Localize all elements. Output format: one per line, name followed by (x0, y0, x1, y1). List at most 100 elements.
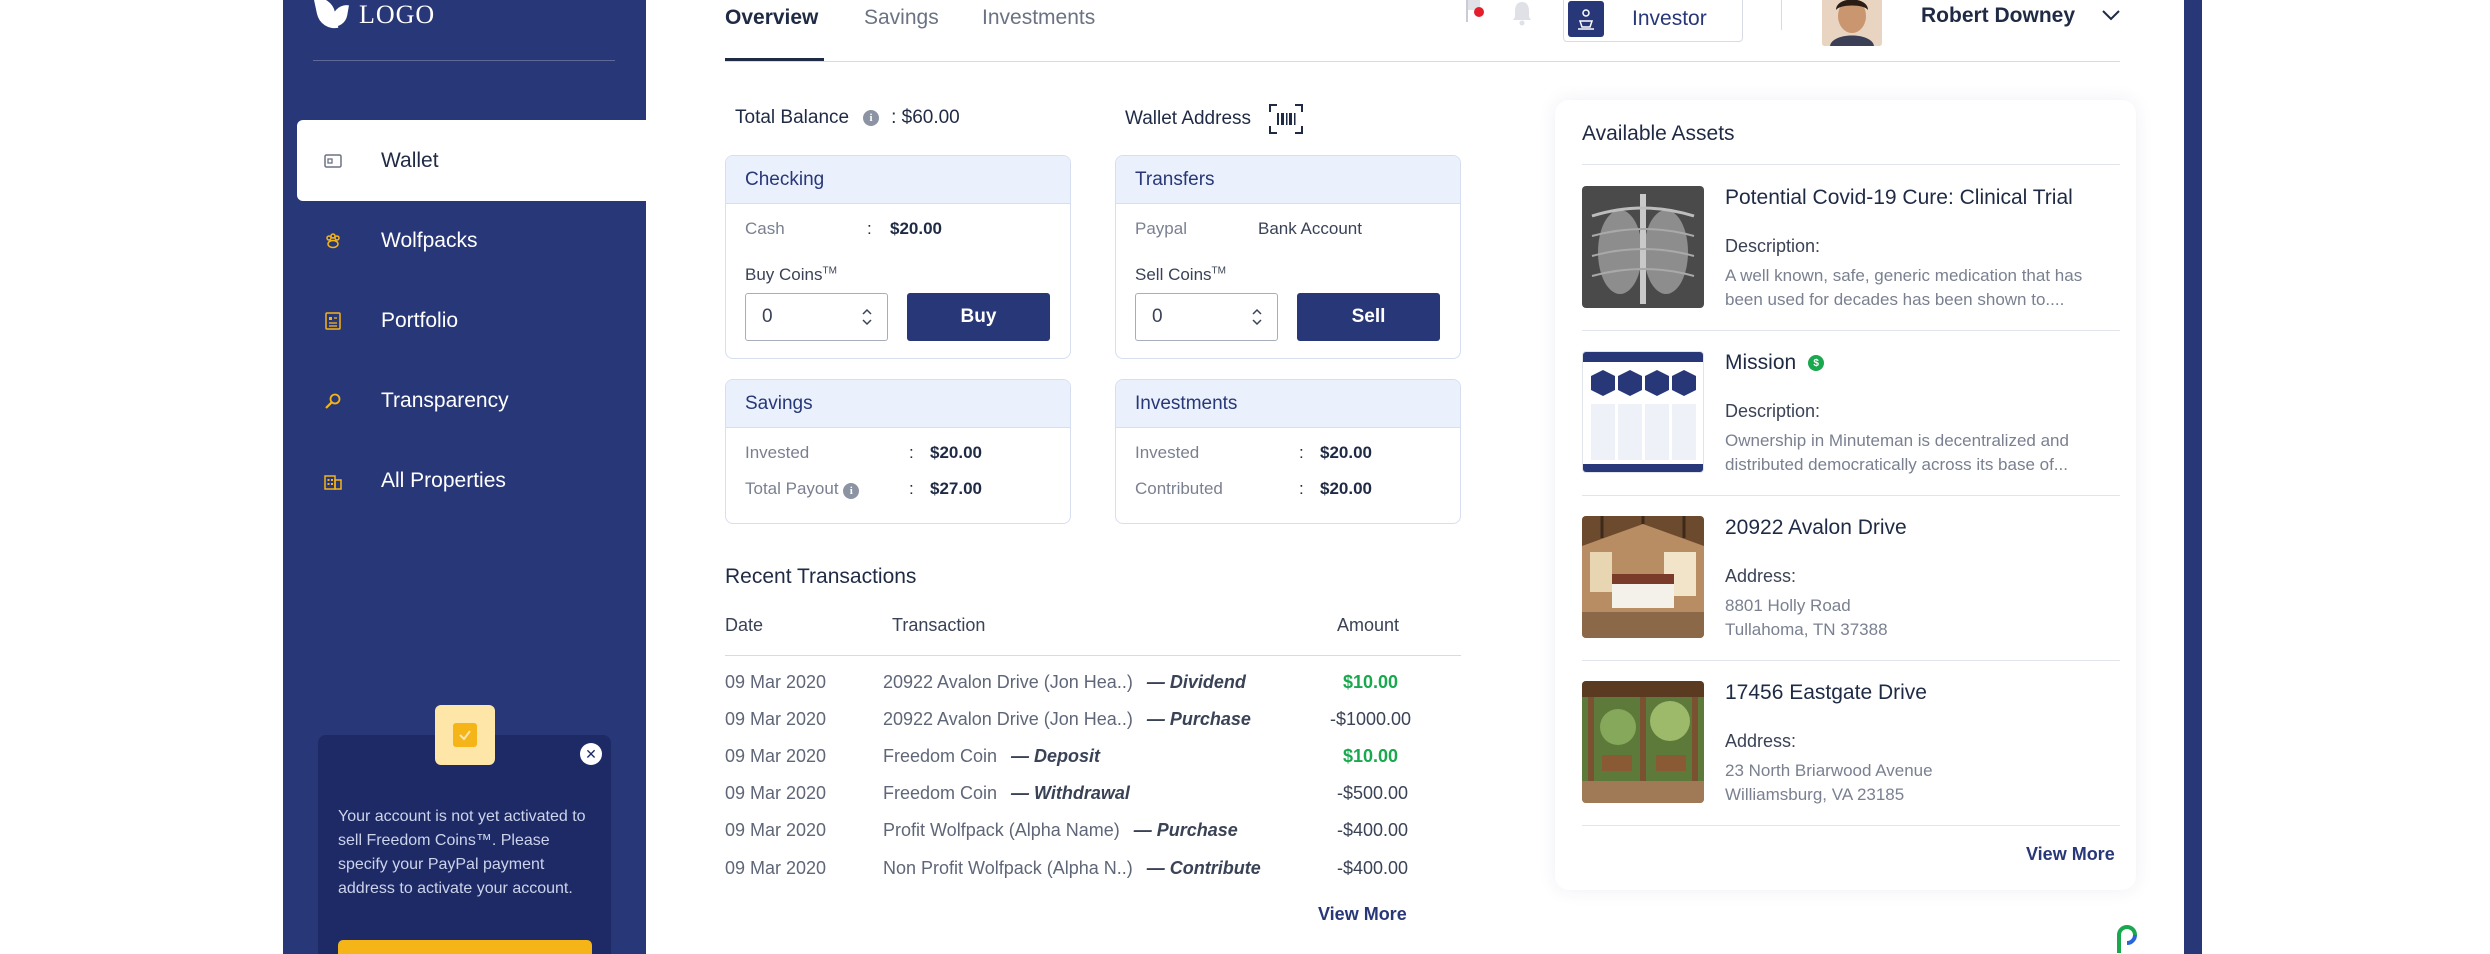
buy-coins-label: Buy CoinsTM (745, 265, 837, 285)
asset-item[interactable]: 17456 Eastgate Drive Address: 23 North B… (1582, 659, 2120, 824)
card-title: Transfers (1116, 156, 1460, 204)
divider (1582, 825, 2120, 826)
sidebar-item-label: All Properties (381, 468, 506, 492)
sell-button[interactable]: Sell (1297, 293, 1440, 341)
asset-title-text: Mission (1725, 351, 1797, 374)
info-icon[interactable]: i (863, 110, 880, 126)
bank-account-option[interactable]: Bank Account (1258, 219, 1362, 239)
asset-title: 17456 Eastgate Drive (1725, 681, 1927, 704)
logo-text: LOGO (359, 0, 436, 29)
info-icon[interactable]: i (843, 483, 860, 499)
transaction-date: 09 Mar 2020 (725, 783, 827, 803)
transaction-desc: 20922 Avalon Drive (Jon Hea..) — Purchase (883, 709, 1251, 730)
sidebar-item-transparency[interactable]: Transparency (297, 360, 646, 441)
colon: : (909, 443, 914, 462)
logo-leaf-icon (313, 0, 349, 42)
paypal-option[interactable]: Paypal (1135, 219, 1187, 239)
card-title: Savings (726, 380, 1070, 428)
transaction-name: Freedom Coin (883, 783, 998, 803)
sell-quantity-stepper[interactable]: 0 (1135, 293, 1278, 341)
invested-label: Invested (1135, 443, 1200, 462)
transaction-amount: -$400.00 (1337, 820, 1409, 840)
asset-item[interactable]: 20922 Avalon Drive Address: 8801 Holly R… (1582, 494, 2120, 659)
transaction-desc: Profit Wolfpack (Alpha Name) — Purchase (883, 820, 1238, 841)
top-tabs: Overview Savings Investments (725, 0, 2120, 62)
sell-quantity-value: 0 (1152, 306, 1163, 327)
card-title: Checking (726, 156, 1070, 204)
building-icon (323, 471, 343, 491)
paw-icon (323, 231, 343, 251)
transaction-desc: Freedom Coin — Deposit (883, 746, 1100, 767)
stepper-arrows-icon[interactable] (1251, 306, 1263, 328)
column-header-amount: Amount (1337, 615, 1400, 635)
flag-notification-icon[interactable] (1463, 0, 1485, 22)
transaction-amount: $10.00 (1343, 672, 1399, 692)
sidebar-item-portfolio[interactable]: Portfolio (297, 280, 646, 361)
transaction-type: — Purchase (1133, 820, 1238, 840)
available-assets-panel: Available Assets Potential Covid-19 Cure… (1555, 100, 2136, 890)
investor-icon (1568, 1, 1604, 37)
sidebar-item-label: Portfolio (381, 308, 459, 332)
tab-investments[interactable]: Investments (982, 6, 1095, 30)
asset-label: Description: (1725, 401, 1821, 421)
transaction-amount: $10.00 (1343, 746, 1399, 766)
asset-item[interactable]: Potential Covid-19 Cure: Clinical Trial … (1582, 164, 2120, 329)
checkbox-badge-icon (435, 705, 495, 765)
trademark: TM (822, 265, 837, 277)
barcode-scan-icon[interactable] (1269, 104, 1304, 134)
sidebar-item-wolfpacks[interactable]: Wolfpacks (297, 200, 646, 281)
wallet-icon (323, 151, 343, 171)
transaction-desc: 20922 Avalon Drive (Jon Hea..) — Dividend (883, 672, 1246, 693)
transaction-name: Non Profit Wolfpack (Alpha N..) (883, 858, 1133, 878)
xray-thumbnail (1582, 186, 1704, 308)
role-switch-button[interactable]: Investor (1563, 0, 1743, 42)
asset-item[interactable]: Mission $ Description: Ownership in Minut… (1582, 329, 2120, 494)
avatar[interactable] (1822, 0, 1882, 46)
sidebar: LOGO Wallet Wolfpacks Portfolio Transpar… (283, 0, 646, 954)
wallet-address: Wallet Address (1125, 104, 1304, 134)
assets-view-more-link[interactable]: View More (2026, 844, 2115, 865)
buy-button[interactable]: Buy (907, 293, 1050, 341)
column-header-transaction: Transaction (892, 615, 986, 635)
buy-quantity-stepper[interactable]: 0 (745, 293, 888, 341)
transaction-date: 09 Mar 2020 (725, 709, 827, 729)
total-payout-text: Total Payout (745, 479, 839, 498)
buy-quantity-value: 0 (762, 306, 773, 327)
transactions-view-more-link[interactable]: View More (1318, 904, 1407, 925)
bell-icon[interactable] (1511, 0, 1533, 26)
page-margin-left (0, 0, 283, 954)
tab-overview[interactable]: Overview (725, 6, 818, 30)
tab-active-indicator (725, 58, 824, 61)
asset-address: 8801 Holly Road Tullahoma, TN 37388 (1725, 596, 1888, 639)
close-icon[interactable]: ✕ (580, 743, 602, 765)
transaction-name: Freedom Coin (883, 746, 998, 766)
popup-message: Your account is not yet activated to sel… (338, 808, 586, 897)
transaction-amount: -$500.00 (1337, 783, 1409, 803)
sidebar-item-wallet[interactable]: Wallet (297, 120, 646, 201)
activate-button[interactable] (338, 940, 592, 954)
total-balance: Total Balance i : $60.00 (735, 107, 960, 129)
stepper-arrows-icon[interactable] (861, 306, 873, 328)
brand-corner-icon[interactable] (2115, 925, 2143, 954)
wallet-address-label: Wallet Address (1125, 108, 1252, 129)
porch-thumbnail (1582, 681, 1704, 803)
transaction-name: Profit Wolfpack (Alpha Name) (883, 820, 1120, 840)
transaction-amount: -$1000.00 (1330, 709, 1412, 729)
total-balance-value: : $60.00 (891, 107, 960, 128)
chevron-down-icon[interactable] (2101, 8, 2121, 22)
card-title: Investments (1116, 380, 1460, 428)
transfers-card: Transfers Paypal Bank Account Sell Coins… (1115, 155, 1461, 359)
asset-label: Description: (1725, 236, 1821, 256)
sidebar-nav: Wallet Wolfpacks Portfolio Transparency … (297, 120, 646, 520)
user-name[interactable]: Robert Downey (1921, 4, 2075, 28)
table-header-divider (725, 655, 1461, 656)
asset-label: Address: (1725, 731, 1797, 751)
total-balance-label: Total Balance (735, 107, 850, 128)
transaction-name: 20922 Avalon Drive (Jon Hea..) (883, 672, 1133, 692)
tab-savings[interactable]: Savings (864, 6, 939, 30)
sidebar-item-all-properties[interactable]: All Properties (297, 440, 646, 521)
portfolio-icon (323, 311, 343, 331)
asset-description: Ownership in Minuteman is decentralized … (1725, 431, 2069, 474)
transaction-date: 09 Mar 2020 (725, 820, 827, 840)
logo[interactable]: LOGO (313, 0, 435, 44)
